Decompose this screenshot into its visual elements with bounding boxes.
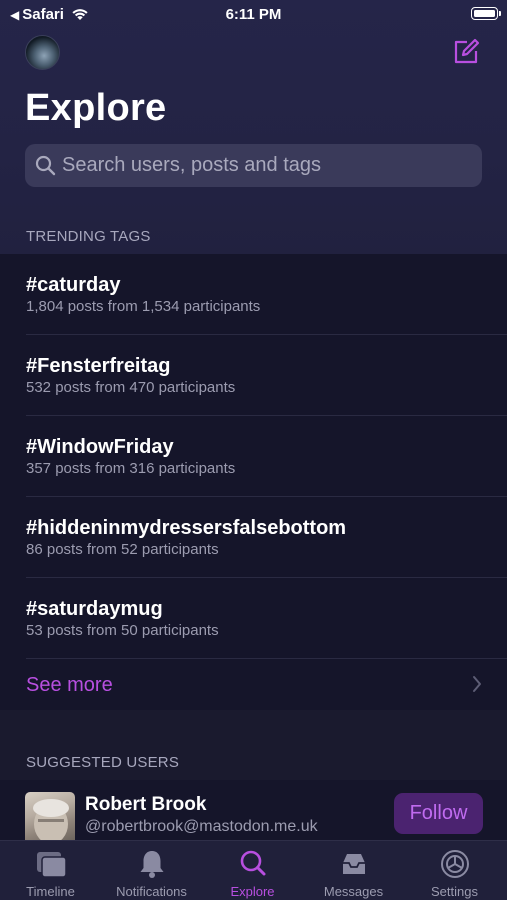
user-name: Robert Brook — [85, 794, 207, 815]
tab-bar: Timeline Notifications Explore Messages … — [0, 840, 507, 900]
tag-name: #Fensterfreitag — [26, 355, 171, 377]
status-bar: ◀ Safari 6:11 PM — [0, 0, 507, 30]
user-avatar-photo — [33, 799, 69, 840]
tag-meta: 86 posts from 52 participants — [26, 541, 219, 558]
tag-meta: 53 posts from 50 participants — [26, 622, 219, 639]
gear-icon — [440, 850, 469, 878]
search-bar[interactable] — [25, 144, 482, 187]
suggested-users-header: SUGGESTED USERS — [26, 754, 180, 771]
search-icon — [35, 155, 56, 176]
search-input[interactable] — [62, 144, 472, 187]
inbox-icon — [342, 854, 365, 874]
compose-icon[interactable] — [452, 38, 480, 66]
bell-icon — [140, 851, 163, 878]
timeline-icon — [36, 852, 67, 878]
tab-label: Messages — [323, 884, 384, 899]
status-time: 6:11 PM — [225, 6, 282, 23]
tab-messages[interactable]: Messages — [303, 841, 404, 900]
tag-name: #hiddeninmydressersfalsebottom — [26, 517, 347, 539]
tab-notifications[interactable]: Notifications — [101, 841, 202, 900]
chevron-right-icon — [473, 676, 481, 692]
trending-tag-row[interactable]: #caturday 1,804 posts from 1,534 partici… — [0, 254, 507, 335]
tag-name: #WindowFriday — [26, 436, 174, 458]
tag-meta: 1,804 posts from 1,534 participants — [26, 298, 261, 315]
trending-tag-row[interactable]: #Fensterfreitag 532 posts from 470 parti… — [0, 335, 507, 416]
tab-label: Settings — [431, 884, 478, 899]
see-more-button[interactable]: See more — [0, 659, 507, 710]
trending-tags-header: TRENDING TAGS — [26, 228, 151, 245]
user-handle: @robertbrook@mastodon.me.uk — [85, 818, 318, 835]
profile-avatar[interactable] — [25, 35, 60, 70]
tab-label: Explore — [230, 884, 275, 899]
tag-meta: 357 posts from 316 participants — [26, 460, 236, 477]
trending-tags-list: #caturday 1,804 posts from 1,534 partici… — [0, 254, 507, 710]
search-icon — [240, 850, 265, 876]
tag-meta: 532 posts from 470 participants — [26, 379, 236, 396]
trending-tag-row[interactable]: #saturdaymug 53 posts from 50 participan… — [0, 578, 507, 659]
user-avatar[interactable] — [25, 792, 75, 840]
trending-tag-row[interactable]: #WindowFriday 357 posts from 316 partici… — [0, 416, 507, 497]
tab-label: Notifications — [116, 884, 187, 899]
trending-tag-row[interactable]: #hiddeninmydressersfalsebottom 86 posts … — [0, 497, 507, 578]
tab-timeline[interactable]: Timeline — [0, 841, 101, 900]
tab-label: Timeline — [26, 884, 75, 899]
tag-name: #caturday — [26, 274, 121, 296]
page-title: Explore — [25, 87, 167, 129]
suggested-user-row[interactable]: Robert Brook @robertbrook@mastodon.me.uk… — [0, 780, 507, 842]
tag-name: #saturdaymug — [26, 598, 163, 620]
see-more-label: See more — [26, 674, 113, 696]
tab-explore[interactable]: Explore — [202, 841, 303, 900]
battery-icon — [471, 7, 501, 20]
tab-settings[interactable]: Settings — [404, 841, 505, 900]
follow-button[interactable]: Follow — [394, 793, 483, 834]
